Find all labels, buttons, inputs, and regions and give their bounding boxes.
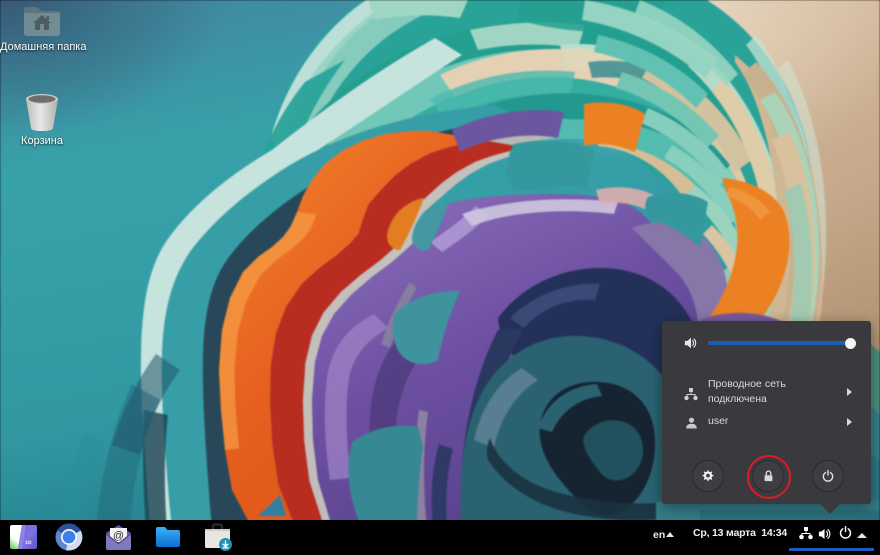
svg-text:∞: ∞: [25, 537, 31, 547]
